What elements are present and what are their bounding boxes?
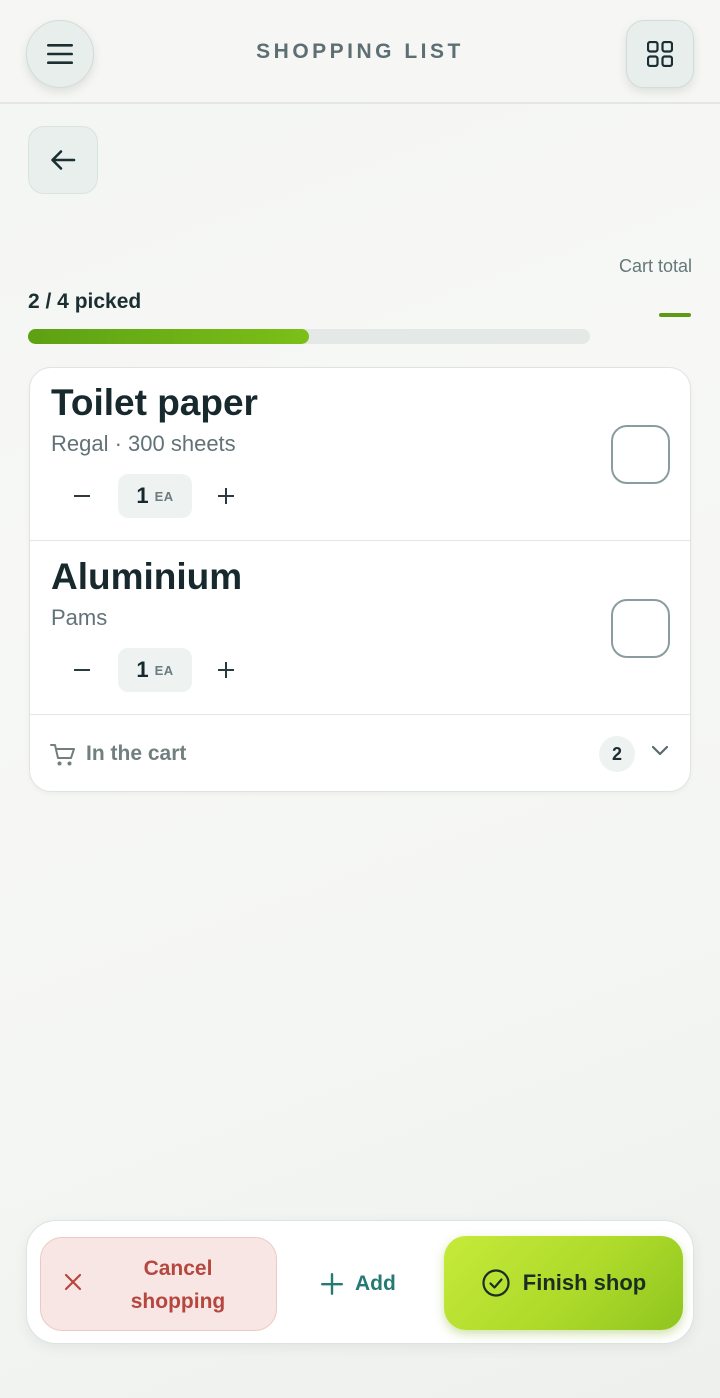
quantity-unit: EA [154,662,174,678]
quantity-value: 1 [136,483,149,508]
item-name: Toilet paper [51,382,258,423]
close-icon [64,1273,82,1291]
check-circle-icon [482,1269,510,1297]
quantity-stepper: 1 EA [68,474,240,518]
cart-icon [50,744,75,766]
add-item-label: Add [355,1272,396,1295]
item-subtitle: Regal · 300 sheets [51,431,236,456]
plus-icon [218,662,234,678]
decrease-quantity-button[interactable] [68,482,96,510]
quantity-unit: EA [154,488,174,504]
back-button[interactable] [28,126,98,194]
decrease-quantity-button[interactable] [68,656,96,684]
quantity-stepper: 1 EA [68,648,240,692]
quantity-display[interactable]: 1 EA [118,474,192,518]
item-subtitle: Pams [51,605,108,630]
in-cart-count-badge: 2 [599,736,635,772]
arrow-left-icon [51,150,76,170]
increase-quantity-button[interactable] [212,482,240,510]
bottom-action-bar: Cancel shopping Add Finish shop [26,1220,694,1344]
plus-icon [321,1273,343,1295]
quantity-value: 1 [136,657,149,682]
picked-count: 2 / 4 picked [28,290,142,313]
cancel-shopping-button[interactable]: Cancel shopping [40,1237,277,1331]
shopping-list-card: Toilet paper Regal · 300 sheets 1 EA Alu… [29,367,691,792]
page-title: SHOPPING LIST [256,40,464,63]
cancel-shopping-label: Cancel shopping [130,1257,226,1313]
list-item: Toilet paper Regal · 300 sheets 1 EA [30,368,690,541]
item-checkbox[interactable] [611,599,670,658]
in-cart-section-toggle[interactable]: In the cart 2 [30,716,690,791]
add-item-button[interactable]: Add [321,1267,396,1301]
list-item: Aluminium Pams 1 EA [30,542,690,715]
picked-progress-fill [28,329,309,344]
increase-quantity-button[interactable] [212,656,240,684]
item-name: Aluminium [51,556,243,597]
chevron-down-icon [651,745,669,756]
app-header: SHOPPING LIST [0,0,720,104]
grid-icon [647,41,673,67]
finish-shop-button[interactable]: Finish shop [444,1236,683,1330]
quantity-display[interactable]: 1 EA [118,648,192,692]
finish-shop-label: Finish shop [522,1270,647,1295]
in-cart-label: In the cart [86,742,187,765]
cart-total-label: Cart total [618,256,692,276]
picked-progress-bar [28,329,590,344]
minus-icon [74,495,90,497]
item-checkbox[interactable] [611,425,670,484]
cart-total-value [659,313,691,317]
plus-icon [218,488,234,504]
grid-view-button[interactable] [626,20,694,88]
minus-icon [74,669,90,671]
